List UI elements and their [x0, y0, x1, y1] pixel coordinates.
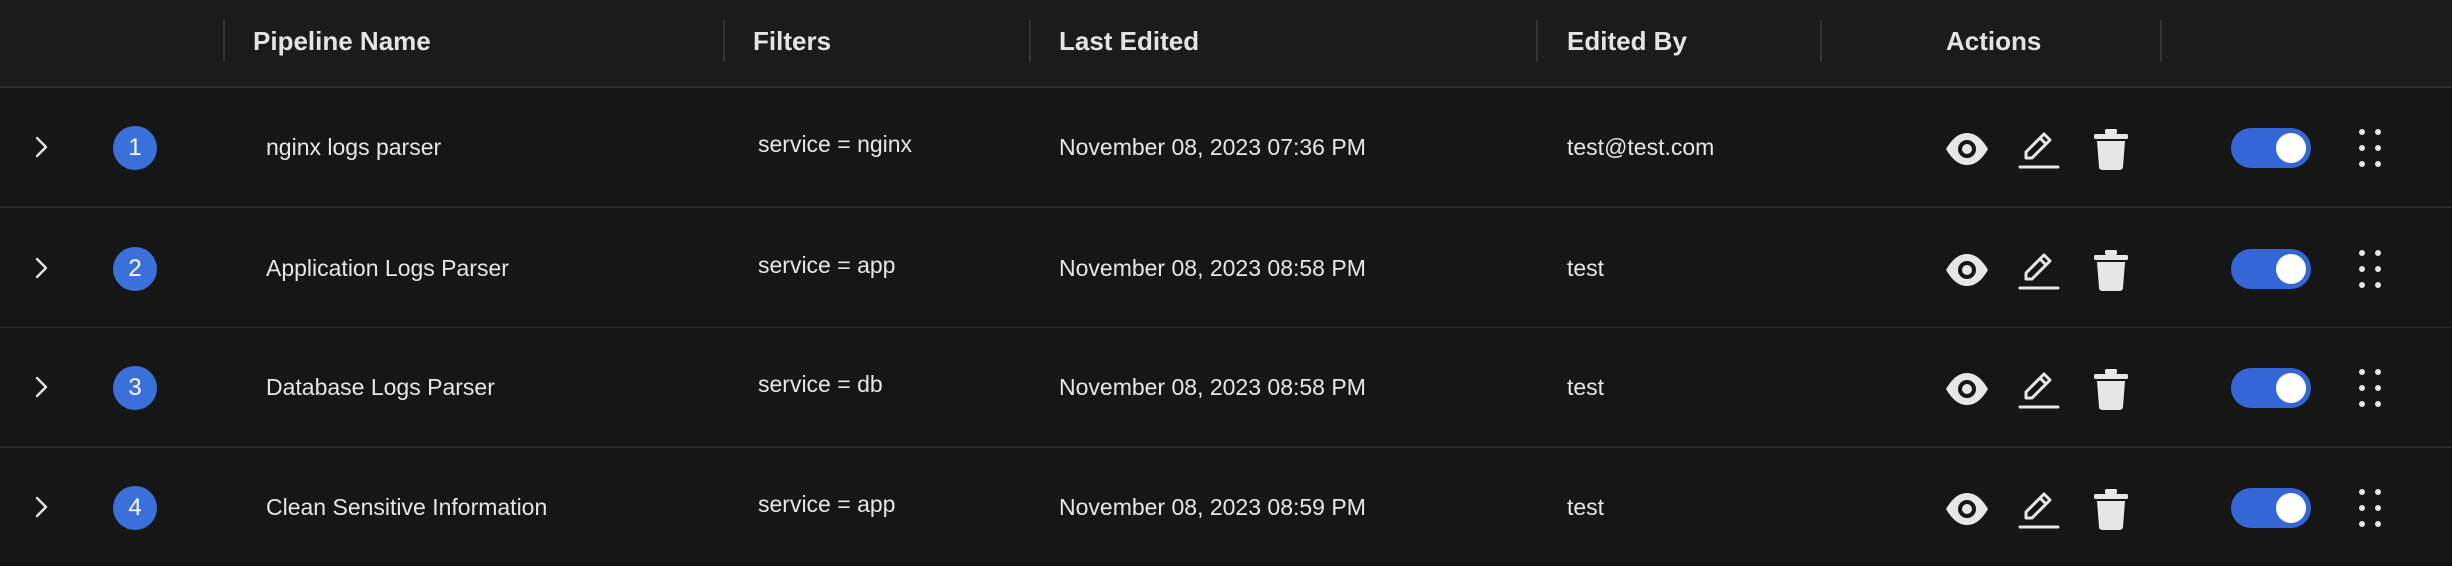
pencil-icon[interactable] — [2016, 247, 2062, 293]
row-index-badge: 4 — [113, 486, 157, 530]
pipeline-name: nginx logs parser — [266, 134, 442, 160]
pipeline-enabled-toggle[interactable] — [2231, 249, 2311, 289]
pipeline-name: Application Logs Parser — [266, 255, 509, 281]
trash-icon[interactable] — [2088, 486, 2134, 532]
table-header: Pipeline Name Filters Last Edited Edited… — [0, 0, 2452, 88]
edited-by: test — [1567, 494, 1605, 520]
kebab-menu-icon[interactable] — [2352, 366, 2388, 410]
trash-icon[interactable] — [2088, 366, 2134, 412]
pencil-icon[interactable] — [2016, 126, 2062, 172]
edited-by: test@test.com — [1567, 134, 1715, 160]
column-header-last-edited[interactable]: Last Edited — [1059, 0, 1199, 86]
toggle-knob — [2276, 373, 2306, 403]
pipelines-table: Pipeline Name Filters Last Edited Edited… — [0, 0, 2452, 562]
last-edited: November 08, 2023 07:36 PM — [1059, 134, 1366, 160]
eye-icon[interactable] — [1944, 486, 1990, 532]
column-header-actions: Actions — [1946, 26, 2042, 56]
row-index-badge: 3 — [113, 366, 157, 410]
table-row[interactable]: 1 nginx logs parser service = nginx Nove… — [0, 88, 2452, 208]
column-header-pipeline-name[interactable]: Pipeline Name — [253, 0, 431, 86]
edited-by: test — [1567, 255, 1605, 281]
pipeline-name: Database Logs Parser — [266, 374, 495, 400]
pipeline-filter: service = app — [758, 252, 896, 278]
pipeline-filter: service = nginx — [758, 131, 913, 157]
header-divider — [1029, 20, 1031, 62]
pipeline-filter: service = app — [758, 491, 896, 517]
edited-by: test — [1567, 374, 1605, 400]
last-edited: November 08, 2023 08:58 PM — [1059, 374, 1366, 400]
table-row[interactable]: 3 Database Logs Parser service = db Nove… — [0, 328, 2452, 448]
column-header-edited-by[interactable]: Edited By — [1567, 0, 1687, 86]
last-edited: November 08, 2023 08:58 PM — [1059, 255, 1366, 281]
kebab-menu-icon[interactable] — [2352, 247, 2388, 291]
row-index-badge: 1 — [113, 126, 157, 170]
toggle-knob — [2276, 133, 2306, 163]
pencil-icon[interactable] — [2016, 366, 2062, 412]
table-row[interactable]: 4 Clean Sensitive Information service = … — [0, 448, 2452, 562]
header-divider — [223, 20, 225, 62]
pipeline-name: Clean Sensitive Information — [266, 494, 548, 520]
header-divider — [1536, 20, 1538, 62]
table-row[interactable]: 2 Application Logs Parser service = app … — [0, 209, 2452, 329]
toggle-knob — [2276, 254, 2306, 284]
kebab-menu-icon[interactable] — [2352, 486, 2388, 530]
pipeline-enabled-toggle[interactable] — [2231, 488, 2311, 528]
chevron-right-icon[interactable] — [26, 491, 58, 523]
chevron-right-icon[interactable] — [26, 252, 58, 284]
trash-icon[interactable] — [2088, 247, 2134, 293]
pipeline-enabled-toggle[interactable] — [2231, 368, 2311, 408]
last-edited: November 08, 2023 08:59 PM — [1059, 494, 1366, 520]
header-divider — [2160, 20, 2162, 62]
pipeline-filter: service = db — [758, 371, 883, 397]
pencil-icon[interactable] — [2016, 486, 2062, 532]
toggle-knob — [2276, 493, 2306, 523]
eye-icon[interactable] — [1944, 126, 1990, 172]
header-divider — [723, 20, 725, 62]
chevron-right-icon[interactable] — [26, 131, 58, 163]
eye-icon[interactable] — [1944, 247, 1990, 293]
row-index-badge: 2 — [113, 247, 157, 291]
kebab-menu-icon[interactable] — [2352, 126, 2388, 170]
trash-icon[interactable] — [2088, 126, 2134, 172]
eye-icon[interactable] — [1944, 366, 1990, 412]
column-header-filters[interactable]: Filters — [753, 0, 831, 86]
header-divider — [1820, 20, 1822, 62]
pipeline-enabled-toggle[interactable] — [2231, 128, 2311, 168]
chevron-right-icon[interactable] — [26, 371, 58, 403]
